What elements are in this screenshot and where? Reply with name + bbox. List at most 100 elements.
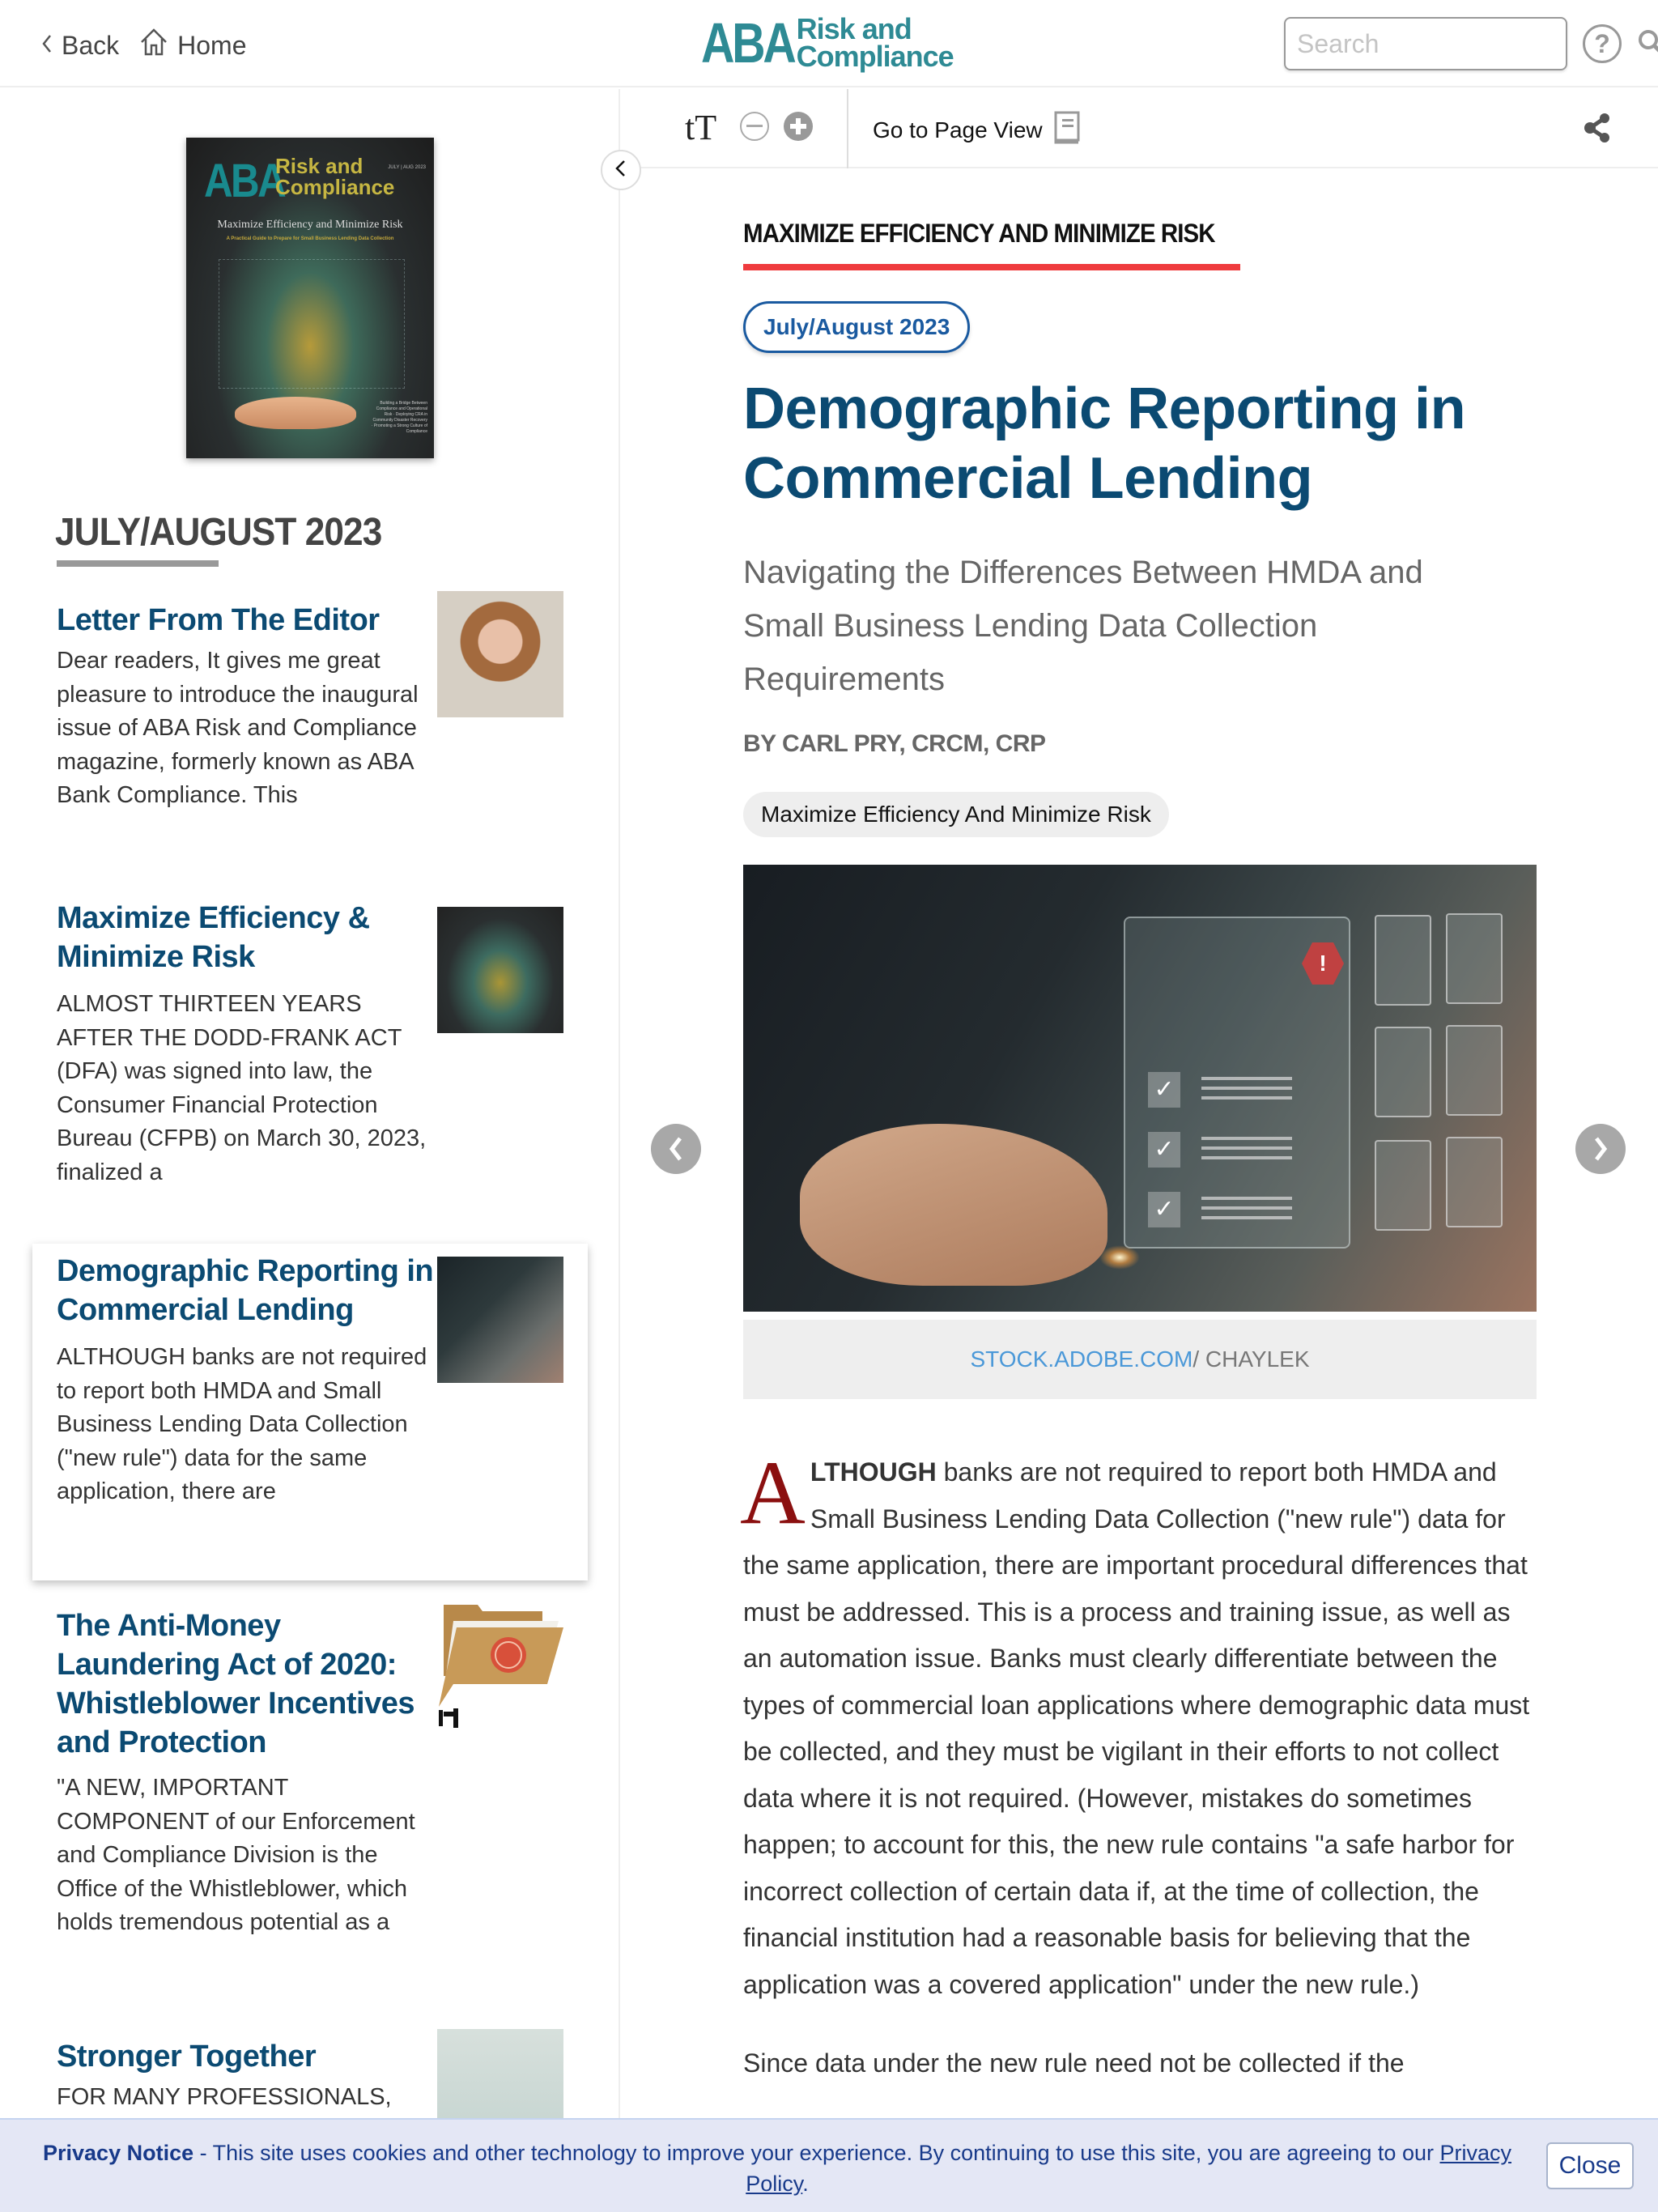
cover-data-graphic xyxy=(219,259,405,389)
folder-whistleblower-icon xyxy=(439,1605,563,1728)
chevron-right-icon xyxy=(1595,1137,1608,1161)
toc-item-excerpt: "A NEW, IMPORTANT COMPONENT of our Enfor… xyxy=(57,1775,415,1935)
issue-pill-link[interactable]: July/August 2023 xyxy=(743,301,971,353)
search-icon[interactable] xyxy=(1637,28,1658,60)
privacy-end: . xyxy=(802,2172,809,2196)
toc-item-thumbnail[interactable] xyxy=(437,1603,563,1729)
kicker-underline xyxy=(743,264,1240,270)
cover-wordmark: Risk and Compliance xyxy=(275,155,394,198)
toc-item-thumbnail[interactable] xyxy=(437,591,563,717)
help-glyph: ? xyxy=(1594,28,1610,58)
article-subtitle: Navigating the Differences Between HMDA … xyxy=(743,555,1423,697)
toc-item-title[interactable]: Stronger Together xyxy=(57,2037,437,2076)
chevron-left-icon xyxy=(40,31,53,61)
logo-line1: Risk and xyxy=(796,12,912,45)
hero-lines xyxy=(1201,1077,1292,1103)
share-icon[interactable] xyxy=(1584,112,1613,148)
book-icon xyxy=(1052,110,1082,150)
cover-aba: ABA xyxy=(204,155,287,207)
cover-date: JULY | AUG 2023 xyxy=(388,165,426,170)
privacy-text: Privacy Notice - This site uses cookies … xyxy=(32,2138,1522,2199)
privacy-banner: Privacy Notice - This site uses cookies … xyxy=(0,2118,1658,2212)
lead-in: LTHOUGH xyxy=(810,1457,937,1487)
issue-sidebar: ABA Risk and Compliance JULY | AUG 2023 M… xyxy=(0,89,620,2212)
text-size-label: tT xyxy=(685,108,717,147)
increase-text-size-button[interactable] xyxy=(784,112,813,141)
toc-item-excerpt: Dear readers, It gives me great pleasure… xyxy=(57,648,419,808)
toc-item-excerpt: FOR MANY PROFESSIONALS, xyxy=(57,2084,392,2110)
image-caption: STOCK.ADOBE.COM/ CHAYLEK xyxy=(743,1320,1537,1399)
toc-item-title[interactable]: Letter From The Editor xyxy=(57,601,437,640)
chevron-left-icon xyxy=(613,159,629,182)
minus-icon xyxy=(746,125,763,127)
paragraph: A LTHOUGH banks are not required to repor… xyxy=(740,1448,1537,2008)
reader-toolbar: tT Go to Page View xyxy=(622,89,1658,168)
article-byline: BY CARL PRY, CRCM, CRP xyxy=(743,730,1046,757)
toolbar-divider xyxy=(847,89,848,168)
check-icon: ✓ xyxy=(1148,1132,1180,1168)
cover-subheadline: A Practical Guide to Prepare for Small B… xyxy=(226,236,394,241)
paragraph-text: banks are not required to report both HM… xyxy=(743,1457,1530,1999)
logo-wordmark: Risk and Compliance xyxy=(796,12,954,73)
toc-item-excerpt: ALTHOUGH banks are not required to repor… xyxy=(57,1344,427,1504)
issue-heading: JULY/AUGUST 2023 xyxy=(55,511,382,554)
toc-item-maximize-efficiency[interactable]: Maximize Efficiency & Minimize Risk ALMO… xyxy=(32,899,588,1279)
toc-item-excerpt: ALMOST THIRTEEN YEARS AFTER THE DODD-FRA… xyxy=(57,991,427,1185)
article-title: Demographic Reporting in Commercial Lend… xyxy=(743,376,1466,511)
toc-item-thumbnail[interactable] xyxy=(437,1257,563,1383)
site-logo[interactable]: ABA Risk and Compliance xyxy=(701,11,954,74)
article-tag[interactable]: Maximize Efficiency And Minimize Risk xyxy=(743,792,1169,837)
image-prev-button[interactable] xyxy=(651,1124,701,1174)
toc-item-title[interactable]: The Anti-Money Laundering Act of 2020: W… xyxy=(57,1606,437,1762)
cover-hand-image xyxy=(235,397,356,429)
decrease-text-size-button[interactable] xyxy=(740,112,769,141)
logo-line2: Compliance xyxy=(796,40,954,73)
chevron-left-icon xyxy=(669,1137,682,1161)
go-to-page-view-button[interactable]: Go to Page View xyxy=(873,110,1082,150)
hero-doc-card xyxy=(1375,915,1431,1006)
hero-hand xyxy=(800,1124,1107,1286)
toc-item-letter-from-editor[interactable]: Letter From The Editor Dear readers, It … xyxy=(32,591,588,947)
cover-headline: Maximize Efficiency and Minimize Risk xyxy=(217,219,403,231)
image-next-button[interactable] xyxy=(1575,1124,1626,1174)
text-size-icon: tT xyxy=(685,107,716,148)
toc-item-demographic-reporting[interactable]: Demographic Reporting in Commercial Lend… xyxy=(32,1244,588,1580)
hero-doc-card xyxy=(1446,913,1503,1004)
privacy-message: - This site uses cookies and other techn… xyxy=(193,2141,1440,2165)
hero-doc-card xyxy=(1446,1137,1503,1227)
home-button[interactable]: Home xyxy=(138,28,247,63)
search-box xyxy=(1284,17,1658,70)
check-icon: ✓ xyxy=(1148,1192,1180,1227)
toc-item-anti-money-laundering[interactable]: The Anti-Money Laundering Act of 2020: W… xyxy=(32,1603,588,2057)
close-privacy-button[interactable]: Close xyxy=(1546,2142,1634,2189)
article-kicker: MAXIMIZE EFFICIENCY AND MINIMIZE RISK xyxy=(743,219,1215,248)
cover-rc-line2: Compliance xyxy=(275,175,395,199)
collapse-sidebar-button[interactable] xyxy=(601,150,641,190)
nav-links: Back Home xyxy=(40,28,247,63)
paragraph: Since data under the new rule need not b… xyxy=(743,2048,1405,2078)
hero-lines xyxy=(1201,1137,1292,1163)
caption-source-link[interactable]: STOCK.ADOBE.COM xyxy=(970,1346,1192,1372)
help-icon[interactable]: ? xyxy=(1583,24,1622,63)
article-hero-image: ! ✓ ✓ ✓ xyxy=(743,865,1537,1312)
hero-doc-card xyxy=(1375,1027,1431,1117)
home-label: Home xyxy=(177,30,247,60)
hero-lines xyxy=(1201,1197,1292,1223)
hero-doc-card xyxy=(1375,1140,1431,1231)
toc-item-thumbnail[interactable] xyxy=(437,907,563,1033)
home-icon xyxy=(138,28,169,63)
toc-item-title[interactable]: Maximize Efficiency & Minimize Risk xyxy=(57,899,437,976)
top-header: Back Home ABA Risk and Compliance ? xyxy=(0,0,1658,87)
logo-aba: ABA xyxy=(701,11,797,74)
toc-item-title[interactable]: Demographic Reporting in Commercial Lend… xyxy=(57,1252,437,1329)
cover-side-text: Building a Bridge Between Compliance and… xyxy=(371,401,427,434)
plus-icon xyxy=(790,118,806,134)
issue-cover[interactable]: ABA Risk and Compliance JULY | AUG 2023 M… xyxy=(186,138,434,458)
issue-heading-underline xyxy=(57,560,219,567)
privacy-label: Privacy Notice xyxy=(43,2141,194,2165)
article-body: A LTHOUGH banks are not required to repor… xyxy=(740,1448,1537,2120)
caption-credit: / CHAYLEK xyxy=(1192,1346,1310,1372)
hero-glow xyxy=(1099,1245,1140,1270)
hero-doc-card xyxy=(1446,1025,1503,1116)
back-button[interactable]: Back xyxy=(40,31,119,61)
